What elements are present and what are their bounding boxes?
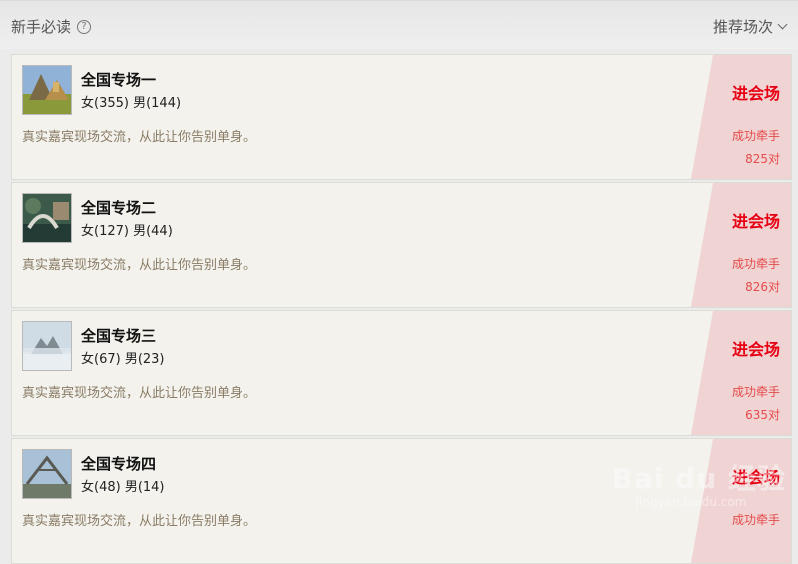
venue-description: 真实嘉宾现场交流，从此让你告别单身。 — [22, 514, 257, 529]
question-icon[interactable]: ? — [77, 19, 92, 34]
success-label: 成功牵手 — [731, 129, 780, 143]
venue-thumbnail-3 — [22, 321, 72, 371]
venue-description: 真实嘉宾现场交流，从此让你告别单身。 — [22, 130, 257, 145]
beginner-guide-link[interactable]: 新手必读 ? — [11, 16, 92, 37]
beginner-guide-label: 新手必读 — [11, 18, 72, 36]
venue-counts: 女(127) 男(44) — [81, 224, 173, 239]
venue-card[interactable]: 全国专场二 女(127) 男(44) 真实嘉宾现场交流，从此让你告别单身。 进会… — [11, 182, 792, 308]
venue-counts: 女(355) 男(144) — [81, 96, 182, 111]
venue-title[interactable]: 全国专场二 — [81, 197, 156, 218]
enter-venue-button[interactable]: 进会场 — [732, 80, 780, 104]
enter-panel[interactable] — [691, 439, 791, 563]
venue-title[interactable]: 全国专场四 — [81, 453, 156, 474]
enter-venue-button[interactable]: 进会场 — [732, 336, 780, 360]
sort-dropdown[interactable]: 推荐场次 — [712, 16, 788, 37]
pairs-count: 635对 — [745, 408, 780, 422]
venue-counts: 女(48) 男(14) — [81, 480, 165, 495]
venue-title[interactable]: 全国专场三 — [81, 325, 156, 346]
venue-title[interactable]: 全国专场一 — [81, 69, 156, 90]
venue-card[interactable]: 全国专场四 女(48) 男(14) 真实嘉宾现场交流，从此让你告别单身。 进会场… — [11, 438, 792, 564]
enter-venue-button[interactable]: 进会场 — [732, 464, 780, 488]
venue-counts: 女(67) 男(23) — [81, 352, 165, 367]
sort-label: 推荐场次 — [712, 18, 773, 36]
chevron-down-icon — [777, 19, 788, 29]
venue-thumbnail-1 — [22, 65, 72, 115]
pairs-count: 826对 — [745, 280, 780, 294]
success-label: 成功牵手 — [731, 385, 780, 399]
top-bar: 新手必读 ? 推荐场次 — [0, 0, 798, 49]
venue-thumbnail-2 — [22, 193, 72, 243]
venue-description: 真实嘉宾现场交流，从此让你告别单身。 — [22, 258, 257, 273]
success-label: 成功牵手 — [731, 257, 780, 271]
enter-venue-button[interactable]: 进会场 — [732, 208, 780, 232]
venue-thumbnail-4 — [22, 449, 72, 499]
venue-description: 真实嘉宾现场交流，从此让你告别单身。 — [22, 386, 257, 401]
success-label: 成功牵手 — [731, 513, 780, 527]
venue-card[interactable]: 全国专场三 女(67) 男(23) 真实嘉宾现场交流，从此让你告别单身。 进会场… — [11, 310, 792, 436]
pairs-count: 825对 — [745, 152, 780, 166]
venue-card[interactable]: 全国专场一 女(355) 男(144) 真实嘉宾现场交流，从此让你告别单身。 进… — [11, 54, 792, 180]
